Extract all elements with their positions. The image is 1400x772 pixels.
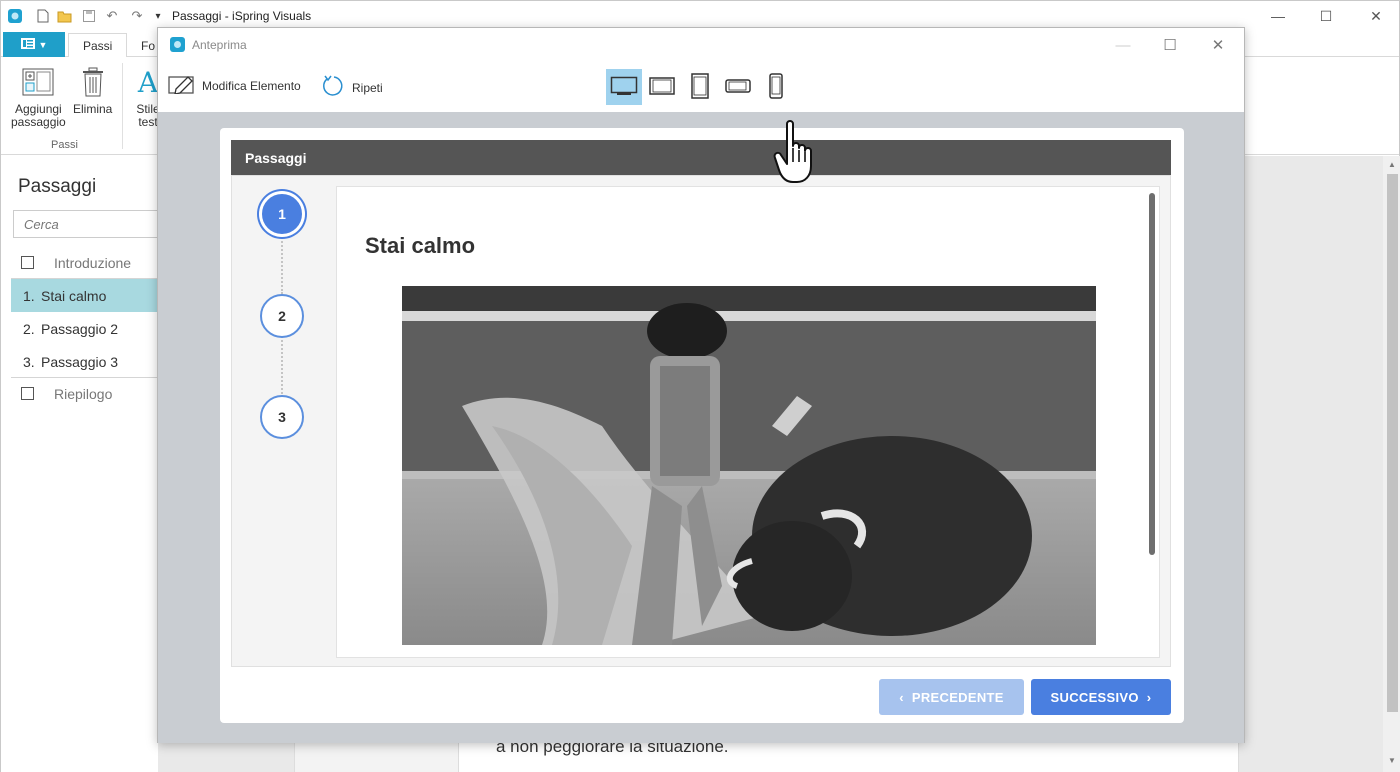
tab-label: Fo (141, 38, 156, 53)
file-menu-button[interactable]: ▼ (3, 32, 65, 57)
desktop-view-button[interactable] (606, 69, 642, 105)
scrollbar-thumb[interactable] (1387, 174, 1398, 712)
dialog-title: Anteprima (192, 38, 247, 52)
edit-icon (168, 74, 196, 97)
step-2-button[interactable]: 2 (260, 294, 304, 338)
phone-landscape-icon (725, 78, 751, 96)
list-item-number: 1. (23, 287, 35, 304)
dialog-toolbar: Modifica Elemento Ripeti (158, 62, 1244, 112)
replay-button[interactable]: Ripeti (322, 74, 383, 101)
list-item-step-2[interactable]: 2. Passaggio 2 (11, 312, 158, 345)
edit-element-button[interactable]: Modifica Elemento (168, 74, 301, 97)
step-1-button[interactable]: 1 (262, 194, 302, 234)
search-placeholder: Cerca (24, 216, 59, 232)
open-folder-icon[interactable] (57, 8, 73, 24)
chevron-left-icon: ‹ (899, 689, 904, 705)
tab-passi[interactable]: Passi (68, 33, 128, 58)
search-input[interactable]: Cerca (13, 210, 163, 238)
checkbox-icon[interactable] (21, 387, 34, 400)
vertical-scrollbar[interactable]: ▲ ▼ (1383, 156, 1400, 772)
tab-label: Passi (83, 38, 113, 53)
chevron-down-icon: ▼ (38, 39, 48, 50)
phone-landscape-view-button[interactable] (720, 69, 756, 105)
new-file-icon[interactable] (35, 8, 51, 24)
add-step-label-2: passaggio (11, 115, 66, 129)
list-item-summary[interactable]: Riepilogo (11, 377, 158, 410)
tablet-portrait-icon (691, 72, 709, 102)
trash-icon (76, 65, 110, 99)
replay-label: Ripeti (352, 80, 383, 95)
phone-portrait-icon (769, 72, 783, 102)
list-item-label: Passaggio 3 (41, 353, 119, 370)
app-title: Passaggi - iSpring Visuals (172, 9, 312, 23)
delete-label: Elimina (73, 102, 113, 116)
slide-content: Stai calmo (336, 186, 1160, 658)
quick-access-dropdown-icon[interactable]: ▾ (150, 8, 166, 24)
player: Passaggi 1 2 3 Stai calmo ‹ PRECEDENTE S… (220, 128, 1184, 723)
save-icon[interactable] (81, 8, 97, 24)
bullfight-photo-image (402, 286, 1096, 645)
step-connector (281, 234, 283, 294)
slide-title: Stai calmo (365, 233, 476, 258)
desktop-icon (610, 76, 638, 99)
hand-cursor-icon (773, 120, 812, 183)
list-item-number: 3. (23, 353, 35, 370)
list-item-number: 2. (23, 320, 35, 337)
list-item-step-1[interactable]: 1. Stai calmo (11, 279, 158, 312)
tablet-landscape-icon (649, 76, 675, 98)
list-item-step-3[interactable]: 3. Passaggio 3 (11, 345, 158, 378)
tablet-portrait-view-button[interactable] (682, 69, 718, 105)
undo-icon[interactable]: ↶ (104, 8, 120, 24)
edit-element-label: Modifica Elemento (202, 78, 301, 93)
list-item-label: Passaggio 2 (41, 320, 119, 337)
panel-title: Passaggi (18, 176, 97, 197)
slide-photo (402, 286, 1096, 645)
player-body: 1 2 3 Stai calmo (231, 175, 1171, 667)
content-scrollbar[interactable] (1149, 193, 1155, 555)
editor-gutter (294, 743, 458, 772)
redo-icon[interactable]: ↷ (129, 8, 145, 24)
maximize-icon[interactable]: ☐ (1155, 34, 1185, 56)
app-logo-icon (170, 37, 185, 52)
minimize-icon[interactable]: — (1263, 5, 1293, 27)
delete-button[interactable]: Elimina (73, 65, 112, 116)
minimize-icon[interactable]: — (1108, 34, 1138, 56)
list-item-label: Riepilogo (54, 385, 113, 402)
scroll-up-icon[interactable]: ▲ (1387, 160, 1397, 170)
chevron-right-icon: › (1146, 689, 1152, 705)
tablet-landscape-view-button[interactable] (644, 69, 680, 105)
step-connector (281, 336, 283, 394)
dialog-title-bar: Anteprima — ☐ ✕ (158, 28, 1244, 62)
steps-panel: Passaggi Cerca Introduzione 1. Stai calm… (1, 156, 163, 772)
list-item-label: Introduzione (54, 254, 132, 271)
app-logo-icon (7, 8, 23, 24)
scroll-down-icon[interactable]: ▼ (1387, 756, 1397, 766)
maximize-icon[interactable]: ☐ (1311, 5, 1341, 27)
replay-icon (322, 74, 346, 101)
previous-label: PRECEDENTE (911, 689, 1004, 705)
group-separator (122, 63, 123, 149)
checkbox-icon[interactable] (21, 256, 34, 269)
add-step-button[interactable]: Aggiungi passaggio (11, 65, 66, 129)
text-style-label-2: test (138, 115, 158, 129)
file-menu-icon (20, 37, 35, 52)
add-step-icon (21, 65, 55, 99)
preview-dialog: Anteprima — ☐ ✕ Modifica Elemento Ripeti (157, 27, 1245, 743)
group-label-passi: Passi (51, 139, 78, 151)
next-button[interactable]: SUCCESSIVO › (1031, 679, 1171, 715)
step-3-button[interactable]: 3 (260, 395, 304, 439)
list-item-label: Stai calmo (41, 287, 107, 304)
close-icon[interactable]: ✕ (1361, 5, 1391, 27)
previous-button[interactable]: ‹ PRECEDENTE (879, 679, 1024, 715)
close-icon[interactable]: ✕ (1203, 34, 1233, 56)
list-item-intro[interactable]: Introduzione (11, 246, 158, 279)
phone-portrait-view-button[interactable] (758, 69, 794, 105)
player-header: Passaggi (231, 140, 1171, 175)
next-label: SUCCESSIVO (1050, 689, 1139, 705)
